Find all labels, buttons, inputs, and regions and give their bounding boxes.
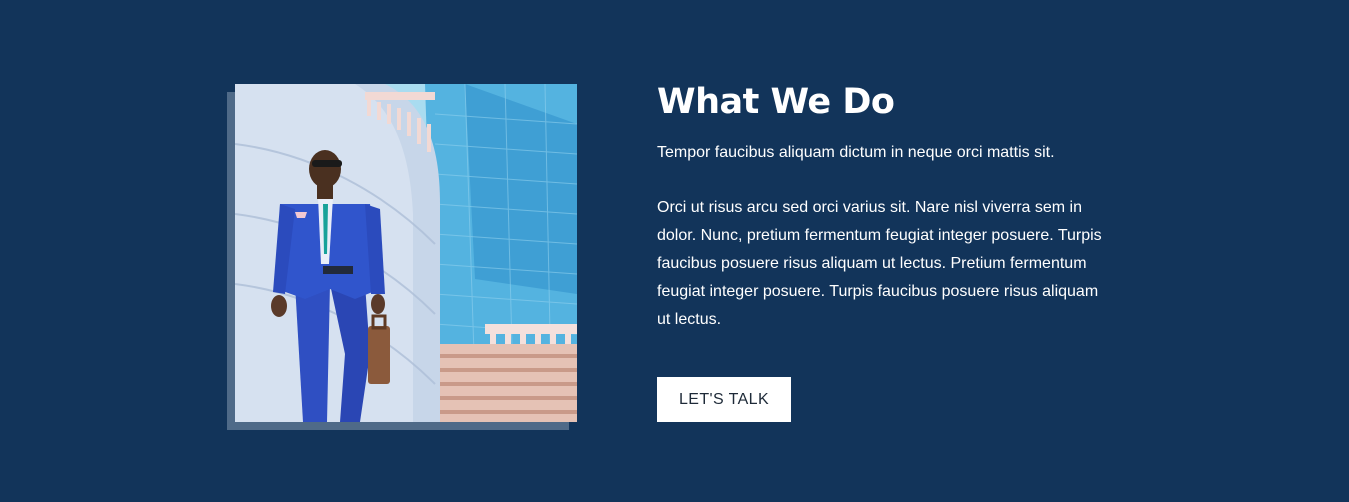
- lets-talk-button[interactable]: LET'S TALK: [657, 377, 791, 422]
- feature-image-frame: [227, 84, 577, 430]
- section-title: What We Do: [657, 82, 895, 122]
- businessman-photo: [235, 84, 577, 422]
- body-paragraph: Orci ut risus arcu sed orci varius sit. …: [657, 199, 1102, 328]
- what-we-do-section: What We Do Tempor faucibus aliquam dictu…: [0, 0, 1349, 502]
- lead-paragraph: Tempor faucibus aliquam dictum in neque …: [657, 144, 1055, 161]
- content-column: What We Do Tempor faucibus aliquam dictu…: [657, 80, 1117, 422]
